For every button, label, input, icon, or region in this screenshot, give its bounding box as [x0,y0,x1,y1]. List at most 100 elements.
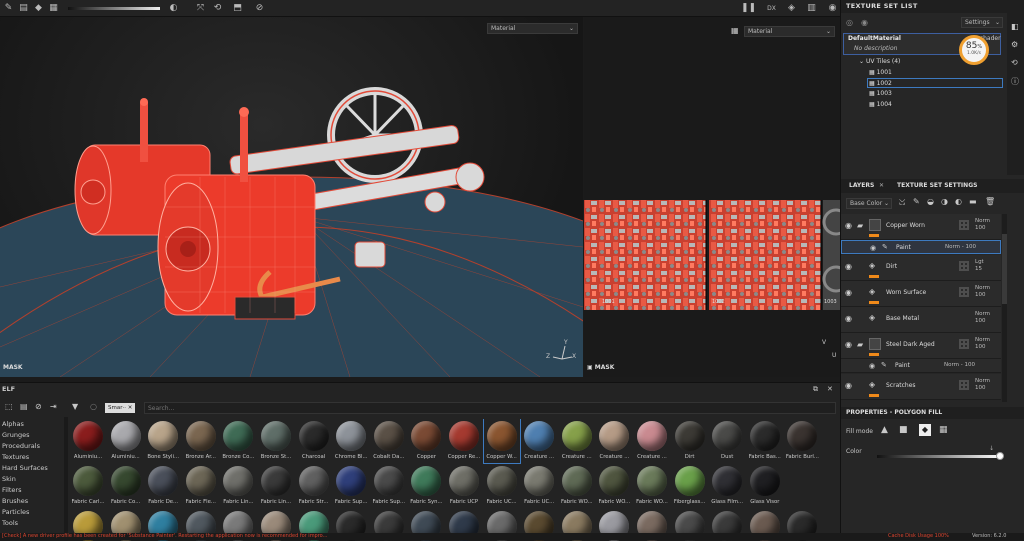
material-item[interactable]: Copper W... [482,419,521,464]
material-item[interactable]: Fiberglass... [672,464,708,508]
visibility-eye-icon[interactable]: ◉ [870,244,876,252]
layer-item-copper-worn[interactable]: ◉ ▰ Copper Worn Norm 100 [841,214,1001,240]
material-item[interactable]: Fabric UC... [484,464,520,508]
paint-brush-icon[interactable]: ✎ [3,3,14,14]
uv-tile-item-selected[interactable]: ▦ 1002 [867,78,1003,88]
category-filters[interactable]: Filters [2,485,21,496]
layer-scrollbar[interactable] [1002,214,1007,402]
material-item[interactable]: Fabric Carl... [70,464,106,508]
visibility-eye-icon[interactable]: ◉ [845,289,854,297]
add-paint-layer-icon[interactable]: ✎ [913,197,920,206]
brush-size-slider[interactable] [68,7,160,10]
category-skin[interactable]: Skin [2,474,16,485]
material-item[interactable]: Fabric De... [145,464,181,508]
new-folder-icon[interactable]: ⬚ [5,402,13,411]
material-item[interactable]: Fabric Sup... [333,464,369,508]
contrast-icon[interactable]: ◐ [168,3,179,14]
visibility-eye-icon[interactable]: ◉ [869,362,875,370]
material-item[interactable]: Charcoal [296,419,332,463]
eye-icon[interactable]: ◎ [846,18,853,27]
layers-icon[interactable]: ◧ [1011,22,1019,31]
add-mask-icon[interactable]: ◑ [941,197,948,206]
viewport-3d-material-select[interactable]: Material ⌄ [487,23,578,34]
category-grunges[interactable]: Grunges [2,430,29,441]
layer-item-paint-2[interactable]: ◉ ✎ Paint Norm - 100 [841,359,1001,373]
uv-tile-item[interactable]: ▦ 1004 [869,100,892,110]
pause-icon[interactable]: ❚❚ [741,3,756,14]
material-item[interactable]: Aluminiu... [70,419,106,463]
shelf-splitter[interactable] [64,417,68,541]
info-icon[interactable]: ⓘ [1011,76,1019,87]
material-item[interactable]: Fabric Sup... [371,464,407,508]
add-effect-icon[interactable]: ⤩ [899,197,905,207]
material-item[interactable]: Cobalt Da... [371,419,407,463]
detach-icon[interactable]: ⧉ [813,385,818,394]
viewport-3d[interactable]: Material ⌄ MASK Y Z X [0,17,583,377]
filter-chip[interactable]: Smar·· ✕ [105,403,136,413]
lasso-icon[interactable]: ⟲ [212,3,223,14]
camera-cube-icon[interactable]: ◈ [786,3,797,14]
close-icon[interactable]: ✕ [827,385,833,393]
material-item[interactable]: Fabric Fle... [183,464,219,508]
color-slider[interactable] [877,455,1001,458]
viewport-2d[interactable]: Material ⌄ ▦ 1001 1002 1003 ▣ MASK V U [584,17,840,377]
material-item[interactable]: Dust [709,419,745,463]
triangle-fill-icon[interactable]: ▲ [881,425,888,435]
material-item[interactable]: Creature ... [634,419,670,463]
material-item[interactable]: Bone Styli... [145,419,181,463]
history-icon[interactable]: ⟲ [1011,58,1018,67]
material-item[interactable]: Fabric WO... [596,464,632,508]
category-hard-surfaces[interactable]: Hard Surfaces [2,463,48,474]
material-item[interactable]: Creature ... [559,419,595,463]
material-item[interactable]: Creature ... [596,419,632,463]
chip-close-icon[interactable]: ✕ [128,405,133,411]
color-slider-handle[interactable] [996,452,1004,460]
category-brushes[interactable]: Brushes [2,496,28,507]
layer-item-base-metal[interactable]: ◉ ◈ Base Metal Norm 100 [841,307,1001,333]
material-item[interactable]: Fabric WO... [634,464,670,508]
layer-blend[interactable]: Norm - 100 [944,362,975,368]
settings-icon[interactable]: ⚙ [1011,40,1018,49]
material-item[interactable]: Fabric Syn... [408,464,444,508]
visibility-eye-icon[interactable]: ◉ [845,263,854,271]
material-item[interactable]: Copper Re... [446,419,482,463]
layer-blend[interactable]: Norm 100 [975,337,990,351]
material-item[interactable]: Bronze Co... [220,419,256,463]
mask-icon[interactable]: ⊘ [254,3,265,14]
uv-tile-item[interactable]: ▦ 1003 [869,89,892,99]
renderer-label[interactable]: DX [766,3,777,14]
object-fill-icon[interactable]: ◆ [919,424,931,436]
material-item[interactable]: Bronze St... [258,419,294,463]
layer-item-paint[interactable]: ◉ ✎ Paint Norm - 100 [841,240,1001,254]
tab-close-icon[interactable]: ✕ [879,180,884,192]
uv-tile-item[interactable]: ▦ 1001 [869,68,892,78]
layer-item-worn-surface[interactable]: ◉ ◈ Worn Surface Norm 100 [841,281,1001,307]
uv-chunk-fill-icon[interactable]: ▦ [939,425,948,435]
category-textures[interactable]: Textures [2,452,29,463]
material-item[interactable]: Fabric UCP [446,464,482,508]
filter-icon[interactable]: ▼ [72,402,78,411]
material-item[interactable]: Fabric Co... [108,464,144,508]
texture-set-settings-select[interactable]: Settings ⌄ [961,17,1003,28]
save-icon[interactable]: ▤ [20,402,28,411]
checker-icon[interactable]: ▦ [48,3,59,14]
tab-texture-set-settings[interactable]: TEXTURE SET SETTINGS [897,180,977,192]
delete-layer-icon[interactable]: 🗑 [985,197,995,206]
screenshot-icon[interactable]: ◉ [827,3,838,14]
layer-blend[interactable]: Norm - 100 [945,244,976,250]
layer-blend[interactable]: Norm 100 [975,218,990,232]
tab-layers[interactable]: LAYERS [849,180,874,192]
square-fill-icon[interactable]: ■ [899,425,908,435]
scroll-thumb[interactable] [1002,234,1007,304]
material-item[interactable]: Fabric UC... [521,464,557,508]
import-icon[interactable]: ⇥ [50,402,57,411]
material-item[interactable]: Fabric Bas... [747,419,783,463]
material-item[interactable]: Fabric Lin... [220,464,256,508]
layer-blend[interactable]: Lgt 15 [975,259,984,273]
uv-tiles-group[interactable]: ⌄ UV Tiles (4) [859,57,900,67]
hide-icon[interactable]: ⊘ [35,402,42,411]
visibility-eye-icon[interactable]: ◉ [845,222,854,230]
fill-icon[interactable]: ⬒ [232,3,243,14]
category-tools[interactable]: Tools [2,518,18,529]
layer-item-dirt[interactable]: ◉ ◈ Dirt Lgt 15 [841,255,1001,281]
